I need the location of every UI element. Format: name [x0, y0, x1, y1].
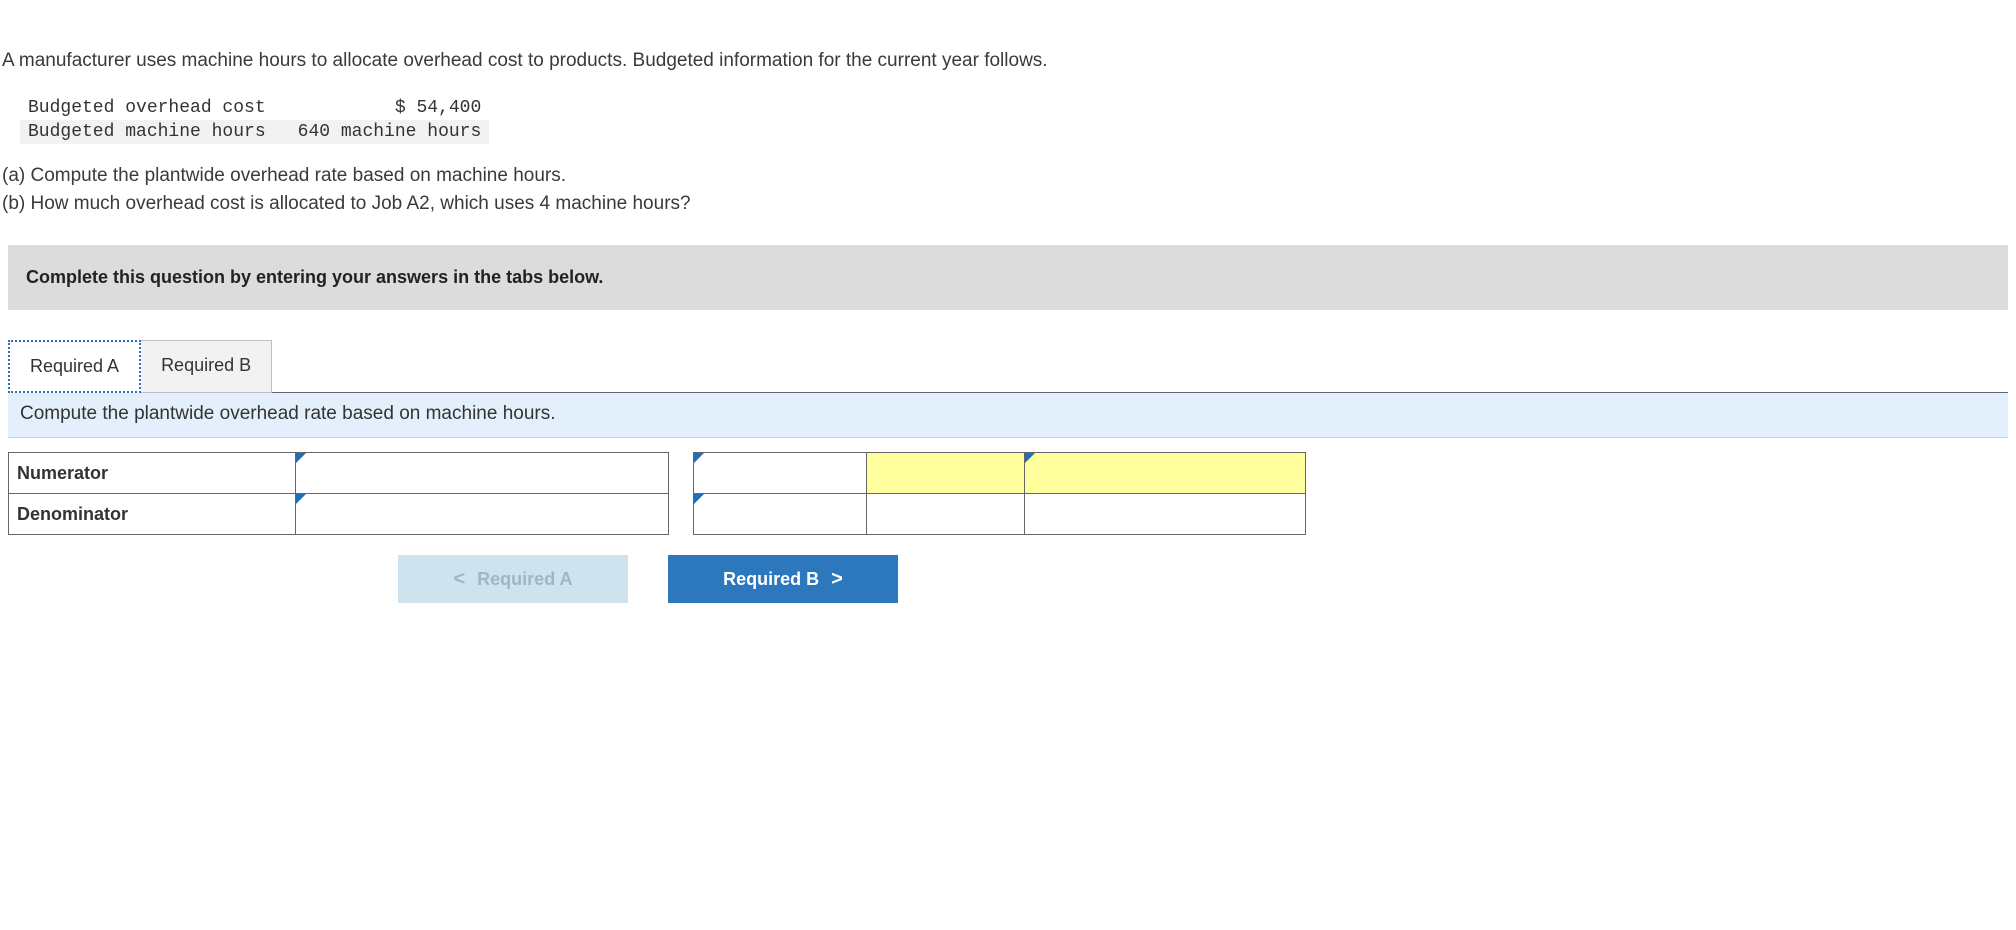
tab-instruction: Compute the plantwide overhead rate base… — [8, 392, 2008, 438]
prev-required-a-button[interactable]: < Required A — [398, 555, 628, 603]
dropdown-flag-icon — [296, 453, 306, 463]
problem-intro: A manufacturer uses machine hours to all… — [2, 50, 2016, 72]
dropdown-flag-icon — [694, 494, 704, 504]
question-b-text: (b) How much overhead cost is allocated … — [2, 190, 2016, 218]
denominator-extra-cell[interactable] — [1025, 494, 1306, 535]
nav-buttons-row: < Required A Required B > — [8, 555, 1288, 603]
question-a-text: (a) Compute the plantwide overhead rate … — [2, 162, 2016, 190]
given-value-cell: 640 machine hours — [274, 120, 490, 144]
table-row: Budgeted machine hours 640 machine hours — [20, 120, 489, 144]
numerator-result-cell[interactable] — [867, 453, 1025, 494]
spacer — [669, 494, 694, 535]
given-data-table: Budgeted overhead cost $ 54,400 Budgeted… — [20, 96, 489, 144]
table-row: Budgeted overhead cost $ 54,400 — [20, 96, 489, 120]
dropdown-flag-icon — [1025, 453, 1035, 463]
next-required-b-button[interactable]: Required B > — [668, 555, 898, 603]
numerator-label: Numerator — [9, 453, 296, 494]
given-label-cell: Budgeted overhead cost — [20, 96, 274, 120]
dropdown-flag-icon — [694, 453, 704, 463]
denominator-label: Denominator — [9, 494, 296, 535]
numerator-dropdown-3[interactable] — [1025, 453, 1306, 494]
spacer — [669, 453, 694, 494]
denominator-dropdown-2[interactable] — [694, 494, 867, 535]
table-row: Denominator — [9, 494, 1306, 535]
prev-button-label: Required A — [477, 569, 572, 590]
answer-table: Numerator Denominator — [8, 452, 1306, 535]
tab-required-a[interactable]: Required A — [8, 340, 141, 393]
table-row: Numerator — [9, 453, 1306, 494]
chevron-right-icon: > — [831, 568, 843, 591]
numerator-dropdown-1[interactable] — [296, 453, 669, 494]
tab-required-b[interactable]: Required B — [140, 340, 272, 393]
denominator-result-cell[interactable] — [867, 494, 1025, 535]
given-value-cell: $ 54,400 — [274, 96, 490, 120]
denominator-dropdown-1[interactable] — [296, 494, 669, 535]
next-button-label: Required B — [723, 569, 819, 590]
numerator-dropdown-2[interactable] — [694, 453, 867, 494]
chevron-left-icon: < — [453, 568, 465, 591]
dropdown-flag-icon — [296, 494, 306, 504]
tabs-row: Required A Required B — [8, 340, 2016, 393]
given-label-cell: Budgeted machine hours — [20, 120, 274, 144]
instruction-banner: Complete this question by entering your … — [8, 245, 2008, 310]
